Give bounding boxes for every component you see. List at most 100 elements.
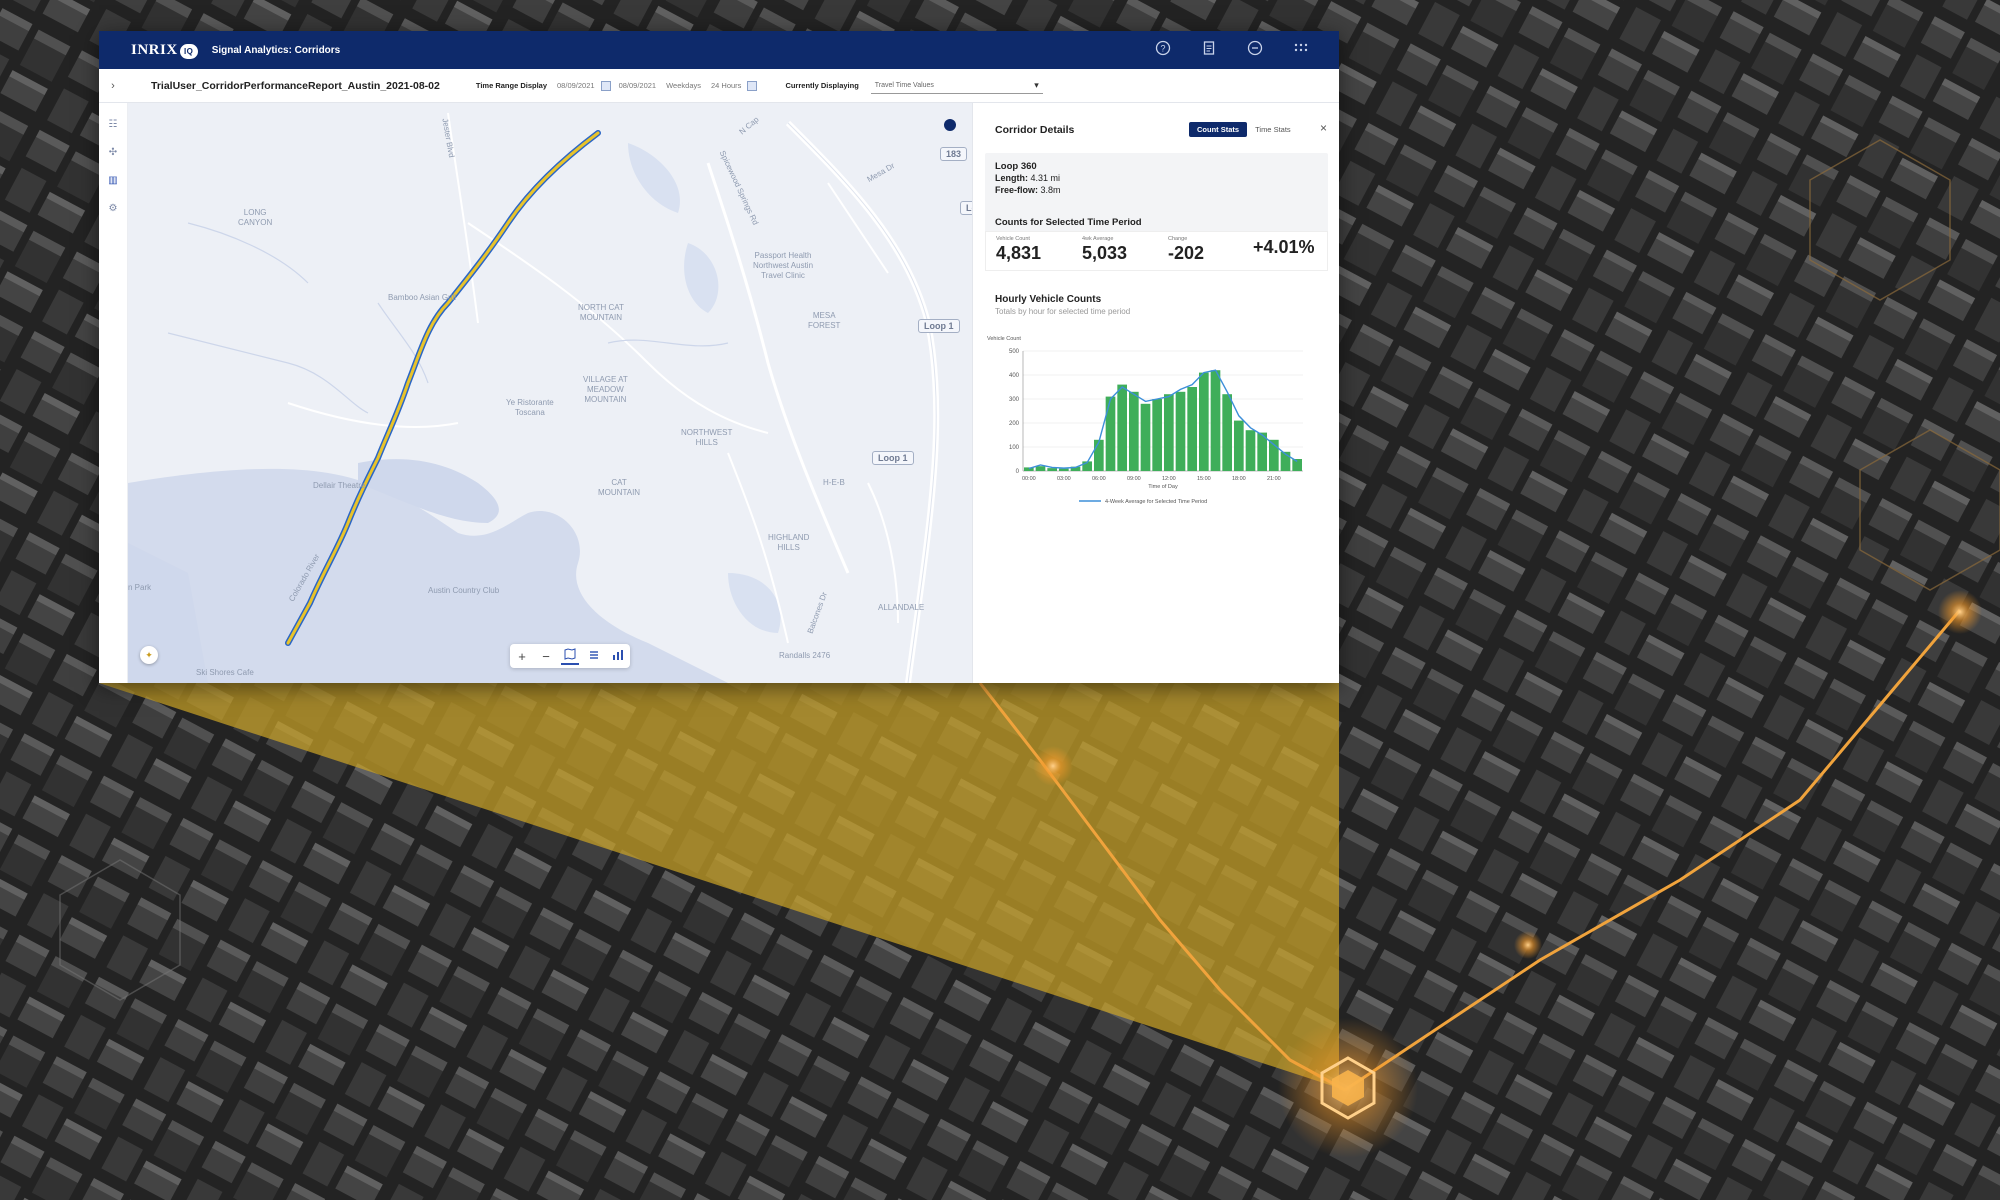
x-tick-label: 00:00 — [1022, 476, 1036, 482]
map-label-north-cat: NORTH CAT MOUNTAIN — [578, 303, 624, 322]
y-tick-label: 500 — [1009, 349, 1020, 355]
map-label-village: VILLAGE AT MEADOW MOUNTAIN — [583, 375, 628, 404]
time-stats-tab[interactable]: Time Stats — [1247, 122, 1299, 137]
y-tick-label: 300 — [1009, 397, 1020, 403]
chart-bar — [1199, 372, 1209, 471]
x-tick-label: 06:00 — [1092, 476, 1106, 482]
list-view-icon[interactable] — [585, 649, 603, 664]
map-label-ristorante: Ye Ristorante Toscana — [506, 398, 554, 417]
chart-bar — [1187, 387, 1197, 471]
x-axis-label: Time of Day — [1148, 484, 1178, 490]
map-label-passport: Passport Health Northwest Austin Travel … — [753, 251, 814, 280]
corridor-name: Loop 360 — [995, 161, 1037, 172]
map-label-bamboo: Bamboo Asian Grill — [388, 293, 457, 302]
count-stats-row: Vehicle Count 4,831 4wk Average 5,033 Chan… — [985, 231, 1328, 271]
chart-bar — [1047, 468, 1057, 471]
layers-icon[interactable]: ☷ — [106, 119, 120, 131]
map-label-allandale: ALLANDALE — [878, 603, 925, 612]
y-tick-label: 200 — [1009, 421, 1020, 427]
app-title: Signal Analytics: Corridors — [211, 44, 341, 56]
average-stat: 4wk Average 5,033 — [1082, 236, 1128, 263]
x-tick-label: 18:00 — [1232, 476, 1246, 482]
map-label-heb: H-E-B — [823, 478, 845, 487]
chart-bar — [1222, 394, 1232, 471]
vehicle-count-stat: Vehicle Count 4,831 — [996, 236, 1042, 263]
chart-bar — [1210, 370, 1221, 471]
map-label-northwest-hills: NORTHWEST HILLS — [681, 428, 733, 447]
map-label-randalls: Randalls 2476 — [779, 651, 831, 660]
chevron-right-icon[interactable]: › — [99, 80, 127, 92]
change-stat: Change -202 — [1168, 236, 1205, 263]
chart-bar — [1059, 468, 1069, 471]
map-canvas — [128, 112, 940, 683]
chevron-down-icon: ▾ — [1034, 79, 1039, 90]
zoom-out-button[interactable]: − — [537, 649, 555, 664]
map-view-icon[interactable] — [561, 647, 579, 665]
hours-field[interactable]: 24 Hours — [711, 81, 741, 90]
percent-change-stat: +4.01% — [1253, 237, 1315, 257]
left-tool-rail: ☷ ✣ ▥ ⚙ — [99, 103, 128, 683]
map-label-highland-hills: HIGHLAND HILLS — [768, 533, 810, 552]
map-toolbar: + − — [510, 644, 630, 668]
help-icon[interactable]: ? — [1153, 40, 1173, 60]
chart-bar — [1117, 384, 1127, 471]
end-date-field[interactable]: 08/09/2021 — [619, 81, 657, 90]
report-icon[interactable]: ▥ — [106, 175, 120, 187]
currently-displaying-label: Currently Displaying — [785, 81, 859, 90]
loop1-shield-north: Loop 1 — [918, 319, 960, 333]
app-window: INRIX IQ Signal Analytics: Corridors ? › … — [99, 31, 1339, 683]
chart-bar — [1175, 391, 1186, 471]
top-navigation-bar: INRIX IQ Signal Analytics: Corridors ? — [99, 31, 1339, 69]
report-name: TrialUser_CorridorPerformanceReport_Aust… — [151, 79, 440, 92]
counts-title: Counts for Selected Time Period — [995, 217, 1142, 228]
x-tick-label: 09:00 — [1127, 476, 1141, 482]
average-line — [1028, 369, 1298, 470]
map-label-long-canyon: LONG CANYON — [238, 208, 273, 227]
corridor-details-panel: Corridor Details Count Stats Time Stats … — [972, 103, 1339, 683]
location-marker-icon[interactable] — [944, 119, 956, 131]
corridor-map[interactable]: LONG CANYON Bamboo Asian Grill NORTH CAT… — [128, 103, 972, 683]
apps-grid-icon[interactable] — [1291, 40, 1311, 60]
currently-displaying-select[interactable]: Travel Time Values ▾ — [870, 78, 1043, 94]
chart-bar — [1094, 439, 1104, 471]
corridor-freeflow: Free-flow: 3.8m — [995, 185, 1061, 195]
stats-toggle: Count Stats Time Stats — [1189, 122, 1299, 137]
map-label-lo: Lo — [960, 201, 972, 215]
hourly-subtitle: Totals by hour for selected time period — [995, 307, 1131, 316]
x-tick-label: 12:00 — [1162, 476, 1176, 482]
chart-view-icon[interactable] — [609, 649, 627, 664]
days-field[interactable]: Weekdays — [666, 81, 701, 90]
y-tick-label: 100 — [1009, 445, 1020, 451]
loop1-shield-south: Loop 1 — [872, 451, 914, 465]
hourly-vehicle-chart: Vehicle Count 0 100 200 300 400 500 00:00 03:00 0… — [987, 336, 1303, 505]
calendar-icon[interactable] — [747, 80, 758, 91]
count-stats-tab[interactable]: Count Stats — [1189, 122, 1248, 137]
minus-circle-icon[interactable] — [1245, 40, 1265, 60]
y-tick-label: 400 — [1009, 373, 1020, 379]
map-layers-icon[interactable]: ✦ — [140, 646, 158, 664]
network-icon[interactable]: ✣ — [106, 147, 120, 159]
start-date-field[interactable]: 08/09/2021 — [557, 81, 595, 90]
chart-bar — [1164, 394, 1174, 471]
chart-bar — [1140, 403, 1151, 471]
settings-icon[interactable]: ⚙ — [106, 203, 120, 215]
chart-bar — [1035, 466, 1046, 471]
us183-shield: 183 — [940, 147, 968, 161]
document-icon[interactable] — [1199, 40, 1219, 60]
calendar-icon[interactable] — [600, 80, 611, 91]
report-toolbar: › TrialUser_CorridorPerformanceReport_Au… — [99, 69, 1339, 103]
chart-bar — [1152, 399, 1162, 471]
chart-bar — [1105, 396, 1116, 471]
x-tick-label: 21:00 — [1267, 476, 1281, 482]
y-axis-label: Vehicle Count — [987, 336, 1021, 342]
hourly-title: Hourly Vehicle Counts — [995, 294, 1102, 305]
chart-bar — [1245, 430, 1256, 471]
y-tick-label: 0 — [1016, 469, 1020, 475]
map-label-park: n Park — [128, 583, 152, 592]
zoom-in-button[interactable]: + — [513, 649, 531, 664]
panel-title: Corridor Details — [995, 124, 1075, 136]
map-label-austin-cc: Austin Country Club — [428, 586, 500, 595]
inrix-logo[interactable]: INRIX IQ — [131, 42, 198, 59]
map-label-cat-mountain: CAT MOUNTAIN — [598, 478, 641, 497]
close-icon[interactable]: × — [1320, 121, 1327, 135]
